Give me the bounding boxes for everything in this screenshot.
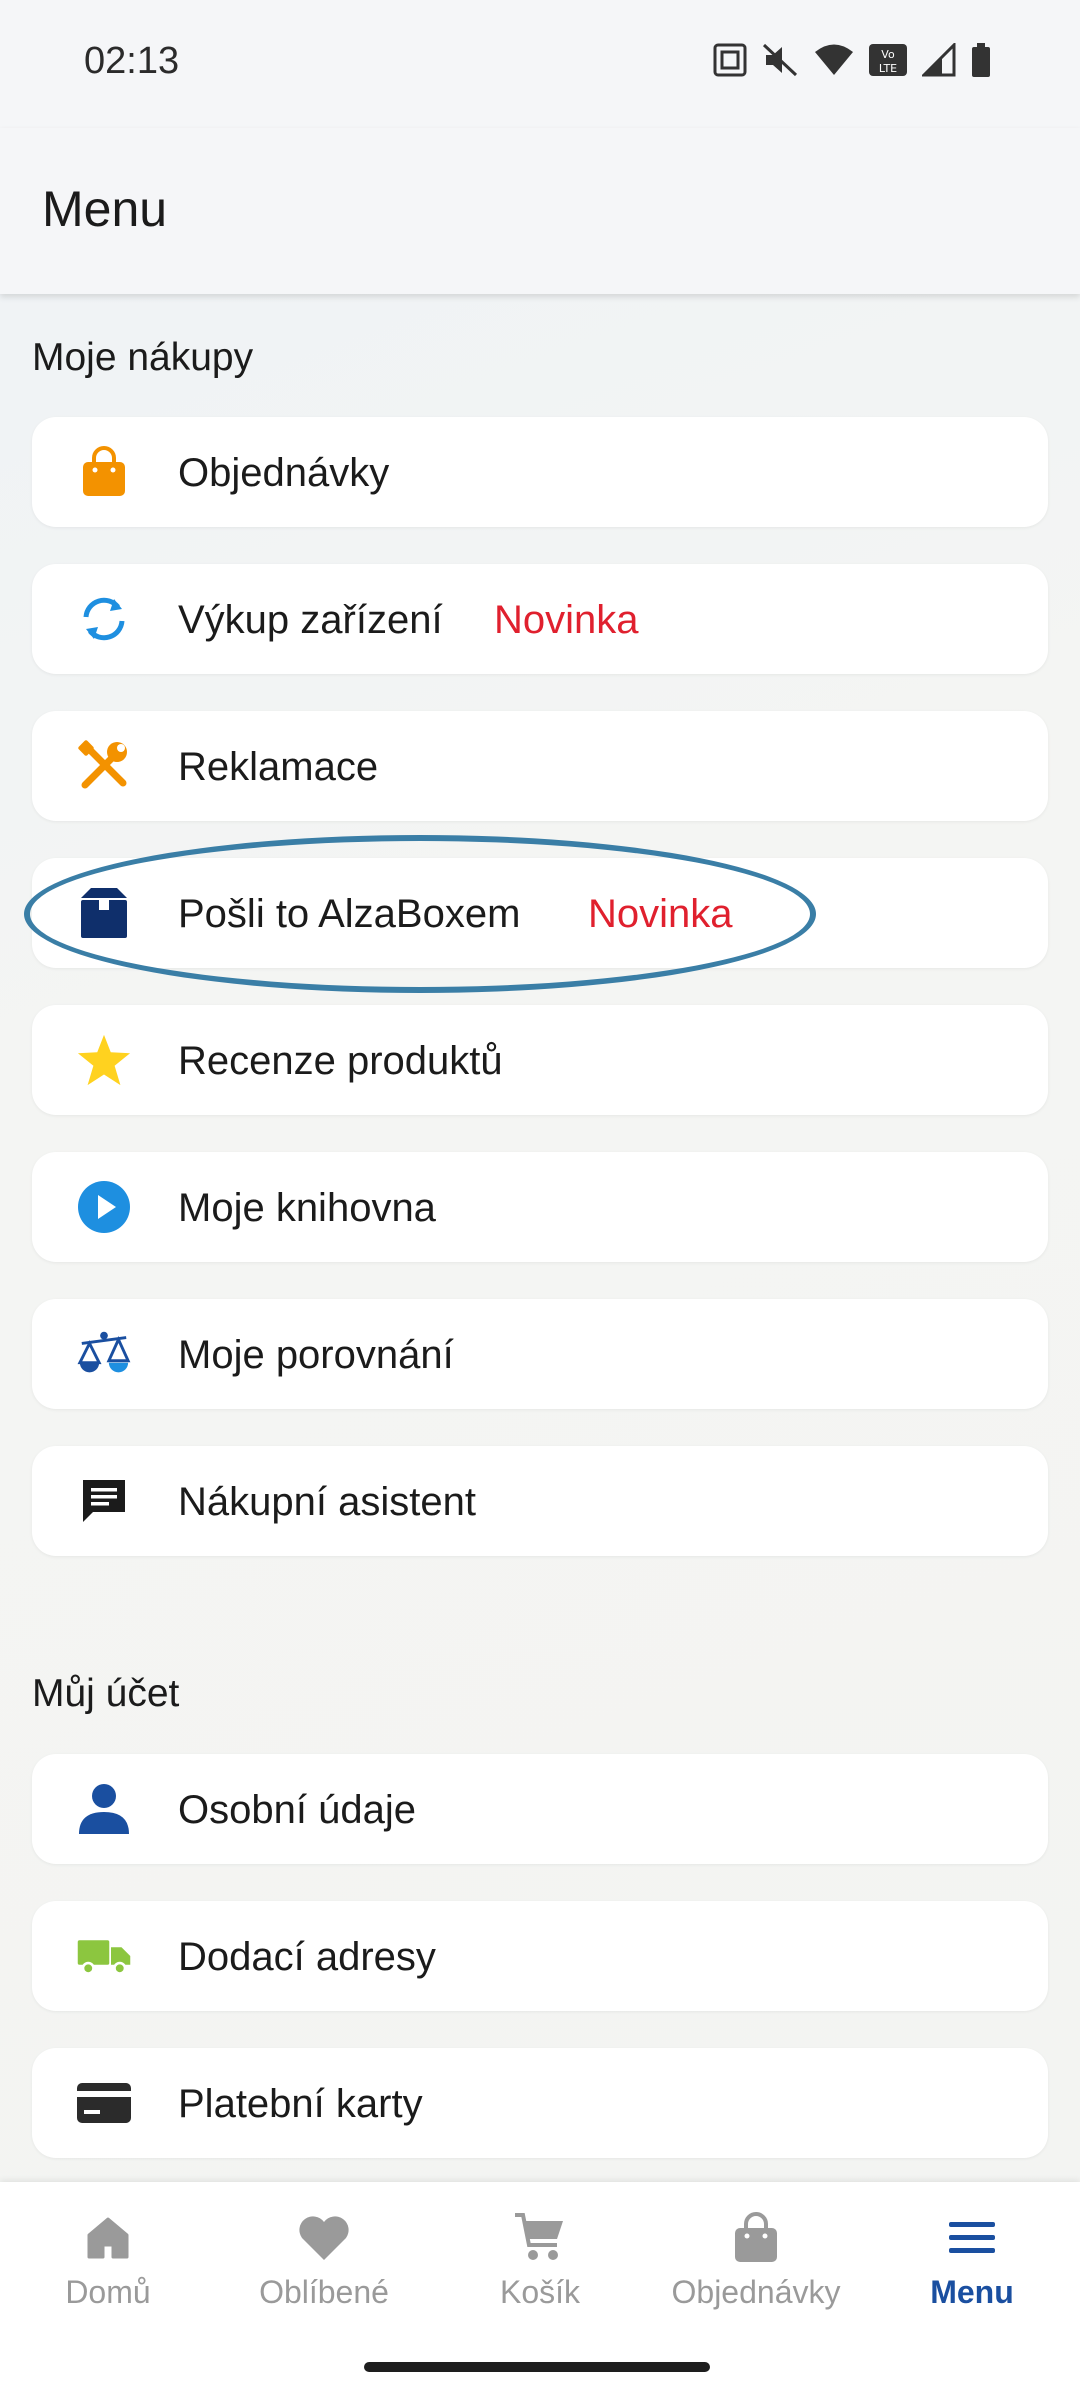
status-bar: 02:13 Vo LTE <box>0 0 1080 128</box>
status-time: 02:13 <box>84 40 180 82</box>
truck-icon <box>76 1928 132 1984</box>
mute-icon <box>762 42 800 78</box>
nav-cart[interactable]: Košík <box>432 2208 648 2311</box>
nfc-icon <box>712 42 748 78</box>
nav-label: Menu <box>930 2274 1014 2310</box>
nav-home[interactable]: Domů <box>0 2208 216 2311</box>
exchange-icon <box>76 591 132 647</box>
star-icon <box>76 1032 132 1088</box>
scales-icon <box>76 1326 132 1382</box>
menu-item-orders[interactable]: Objednávky <box>32 417 1048 527</box>
menu-screen: 02:13 Vo LTE Menu Moje nákupy Objednávky… <box>0 0 1080 2392</box>
cart-icon <box>510 2208 570 2268</box>
svg-text:LTE: LTE <box>879 62 897 75</box>
app-bar: Menu <box>0 128 1080 294</box>
menu-item-label: Reklamace <box>178 745 379 789</box>
page-title: Menu <box>42 181 168 237</box>
person-icon <box>76 1781 132 1837</box>
section-title-account: Můj účet <box>32 1672 180 1715</box>
menu-item-label: Osobní údaje <box>178 1788 416 1832</box>
menu-item-label: Platební karty <box>178 2082 423 2126</box>
shopping-bag-icon <box>76 444 132 500</box>
signal-icon <box>922 43 956 77</box>
menu-item-label: Recenze produktů <box>178 1039 503 1083</box>
menu-icon <box>942 2208 1002 2268</box>
new-badge: Novinka <box>588 892 733 936</box>
menu-item-label: Moje porovnání <box>178 1333 454 1377</box>
nav-label: Domů <box>65 2274 151 2310</box>
menu-item-product-reviews[interactable]: Recenze produktů <box>32 1005 1048 1115</box>
nav-menu[interactable]: Menu <box>864 2208 1080 2311</box>
battery-icon <box>970 42 992 78</box>
menu-item-device-buyback[interactable]: Výkup zařízení Novinka <box>32 564 1048 674</box>
play-icon <box>76 1179 132 1235</box>
tools-icon <box>76 738 132 794</box>
box-icon <box>76 885 132 941</box>
wifi-icon <box>814 43 854 77</box>
nav-label: Objednávky <box>671 2274 841 2310</box>
svg-text:Vo: Vo <box>881 48 895 61</box>
nav-label: Košík <box>499 2274 581 2310</box>
menu-item-label: Objednávky <box>178 451 390 495</box>
menu-item-shopping-assistant[interactable]: Nákupní asistent <box>32 1446 1048 1556</box>
status-icons: Vo LTE <box>712 42 992 78</box>
menu-item-comparison[interactable]: Moje porovnání <box>32 1299 1048 1409</box>
heart-icon <box>294 2208 354 2268</box>
menu-item-alzabox[interactable]: Pošli to AlzaBoxem Novinka <box>32 858 1048 968</box>
menu-item-label: Výkup zařízení <box>178 598 443 642</box>
menu-item-library[interactable]: Moje knihovna <box>32 1152 1048 1262</box>
new-badge: Novinka <box>494 598 639 642</box>
home-indicator[interactable] <box>364 2362 710 2372</box>
bottom-navigation: Domů Oblíbené Košík Objednávky Menu <box>0 2182 1080 2392</box>
menu-item-label: Dodací adresy <box>178 1935 436 1979</box>
menu-item-complaints[interactable]: Reklamace <box>32 711 1048 821</box>
section-title-purchases: Moje nákupy <box>32 336 254 379</box>
menu-item-payment-cards[interactable]: Platební karty <box>32 2048 1048 2158</box>
menu-item-label: Nákupní asistent <box>178 1480 476 1524</box>
nav-favorites[interactable]: Oblíbené <box>216 2208 432 2311</box>
bag-icon <box>726 2208 786 2268</box>
chat-icon <box>76 1473 132 1529</box>
menu-item-label: Moje knihovna <box>178 1186 436 1230</box>
nav-label: Oblíbené <box>259 2274 389 2310</box>
menu-item-delivery-addresses[interactable]: Dodací adresy <box>32 1901 1048 2011</box>
credit-card-icon <box>76 2075 132 2131</box>
home-icon <box>78 2208 138 2268</box>
nav-orders[interactable]: Objednávky <box>648 2208 864 2311</box>
volte-icon: Vo LTE <box>868 43 908 77</box>
menu-item-personal-data[interactable]: Osobní údaje <box>32 1754 1048 1864</box>
menu-item-label: Pošli to AlzaBoxem <box>178 892 521 936</box>
